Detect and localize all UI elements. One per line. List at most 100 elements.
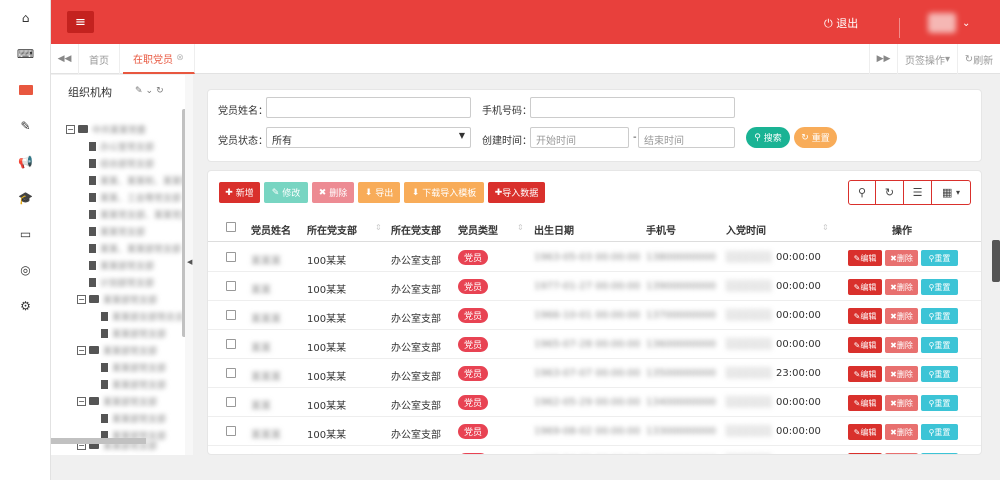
- select-all-checkbox[interactable]: [226, 222, 236, 232]
- tree-node[interactable]: 某某部党支部: [89, 258, 154, 272]
- row-checkbox[interactable]: [226, 281, 236, 291]
- tree-node[interactable]: 某某党支部、某某党支部: [89, 207, 191, 221]
- export-button[interactable]: ⬇ 导出: [358, 182, 400, 203]
- tree-node[interactable]: 某某部党支部: [101, 377, 166, 391]
- row-checkbox[interactable]: [226, 339, 236, 349]
- tree-node[interactable]: 某某部党支部: [101, 411, 166, 425]
- search-button[interactable]: ⚲ 搜索: [746, 127, 790, 148]
- delete-row-button[interactable]: ✖删除: [885, 366, 918, 382]
- name-input[interactable]: [266, 97, 471, 118]
- delete-row-button[interactable]: ✖删除: [885, 250, 918, 266]
- table-refresh-button[interactable]: ↻: [875, 180, 904, 205]
- tree-node[interactable]: 某某、某某和、某某党支部: [89, 173, 191, 187]
- right-panel-handle[interactable]: [992, 240, 1000, 282]
- tree-node[interactable]: 某某部党支部: [101, 360, 166, 374]
- tree-node[interactable]: 某某、某某部党支部: [89, 241, 181, 255]
- status-select[interactable]: 所有 ▼: [266, 127, 471, 148]
- reset-row-button[interactable]: ⚲重置: [921, 424, 958, 440]
- page-ops-dropdown[interactable]: 页签操作 ▾: [897, 44, 957, 74]
- keyboard-icon[interactable]: ⌨: [0, 36, 51, 72]
- collapse-toggle-icon[interactable]: −: [77, 396, 86, 406]
- import-button[interactable]: ✚ 导入数据: [488, 182, 545, 203]
- sort-icon[interactable]: ⇕: [822, 223, 829, 232]
- database-icon[interactable]: ◎: [0, 252, 51, 288]
- table-row[interactable]: 某某 100某某 办公室支部 党员 1962-05-29 00:00:00 1340000…: [208, 388, 981, 417]
- sort-icon[interactable]: ⇕: [375, 223, 382, 232]
- table-row[interactable]: 某某某 100某某 办公室支部 党员 1963-05-03 00:00:00 138000…: [208, 243, 981, 272]
- header-name[interactable]: 党员姓名: [251, 222, 291, 237]
- reset-row-button[interactable]: ⚲重置: [921, 250, 958, 266]
- delete-button[interactable]: ✖ 删除: [312, 182, 354, 203]
- edit-icon[interactable]: ✎: [0, 108, 51, 144]
- delete-row-button[interactable]: ✖删除: [885, 424, 918, 440]
- gear-icon[interactable]: ⚙: [0, 288, 51, 324]
- reset-row-button[interactable]: ⚲重置: [921, 337, 958, 353]
- collapse-toggle-icon[interactable]: −: [66, 124, 75, 134]
- delete-row-button[interactable]: ✖删除: [885, 395, 918, 411]
- credit-card-icon[interactable]: ▭: [0, 216, 51, 252]
- edit-row-button[interactable]: ✎编辑: [848, 395, 882, 411]
- row-checkbox[interactable]: [226, 426, 236, 436]
- edit-row-button[interactable]: ✎编辑: [848, 279, 882, 295]
- table-search-button[interactable]: ⚲: [848, 180, 876, 205]
- bullhorn-icon[interactable]: 📢: [0, 144, 51, 180]
- menu-toggle-button[interactable]: ≡: [67, 11, 94, 33]
- table-row[interactable]: 某某某 100某某 办公室支部 党员 1969-08-02 00:00:00 133000…: [208, 417, 981, 446]
- end-date-input[interactable]: 结束时间: [638, 127, 735, 148]
- reset-row-button[interactable]: ⚲重置: [921, 308, 958, 324]
- header-phone[interactable]: 手机号: [646, 222, 676, 237]
- table-card-view-button[interactable]: ☰: [903, 180, 932, 205]
- header-type[interactable]: 党员类型: [458, 222, 498, 237]
- edit-row-button[interactable]: ✎编辑: [848, 308, 882, 324]
- header-branch-1[interactable]: 所在党支部: [307, 222, 357, 237]
- sort-icon[interactable]: ⇕: [517, 223, 524, 232]
- tab-home[interactable]: 首页: [79, 44, 120, 74]
- id-card-icon[interactable]: [0, 72, 51, 108]
- collapse-left-icon[interactable]: ◀: [187, 258, 192, 266]
- download-template-button[interactable]: ⬇ 下载导入模板: [404, 182, 484, 203]
- tree-node[interactable]: 某某、工会等党支部: [89, 190, 181, 204]
- row-checkbox[interactable]: [226, 252, 236, 262]
- logout-button[interactable]: ⏻ 退出: [824, 15, 858, 31]
- user-menu[interactable]: ⌄: [928, 13, 970, 33]
- table-row[interactable]: 某某某 100某某 办公室支部 党员 1963-07-07 00:00:00 135000…: [208, 359, 981, 388]
- tree-node[interactable]: 综合部党支部: [89, 156, 154, 170]
- edit-row-button[interactable]: ✎编辑: [848, 424, 882, 440]
- tree-node[interactable]: 某某党支部: [89, 224, 145, 238]
- edit-row-button[interactable]: ✎编辑: [848, 337, 882, 353]
- tree-node[interactable]: − 某某部党支部: [77, 394, 157, 408]
- edit-row-button[interactable]: ✎编辑: [848, 366, 882, 382]
- phone-input[interactable]: [530, 97, 735, 118]
- reset-button[interactable]: ↻ 重置: [794, 127, 837, 148]
- refresh-icon[interactable]: ↻: [156, 86, 167, 96]
- row-checkbox[interactable]: [226, 397, 236, 407]
- reset-row-button[interactable]: ⚲重置: [921, 279, 958, 295]
- delete-row-button[interactable]: ✖删除: [885, 279, 918, 295]
- table-row[interactable]: 某某 100某某 办公室支部 党员 1977-01-27 00:00:00 1390000…: [208, 272, 981, 301]
- tree-node[interactable]: − 中共某某党委: [66, 122, 146, 136]
- header-join-time[interactable]: 入党时间: [726, 222, 766, 237]
- reset-row-button[interactable]: ⚲重置: [921, 395, 958, 411]
- delete-row-button[interactable]: ✖删除: [885, 337, 918, 353]
- edit-row-button[interactable]: ✎编辑: [848, 250, 882, 266]
- refresh-button[interactable]: ↻ 刷新: [957, 44, 1000, 74]
- add-button[interactable]: ✚ 新增: [219, 182, 260, 203]
- table-row[interactable]: 某某某 100某某 办公室支部 党员 1966-10-01 00:00:00 137000…: [208, 301, 981, 330]
- tree-node[interactable]: 某某部党支部: [101, 326, 166, 340]
- tree-node[interactable]: − 某某部党支部: [77, 292, 157, 306]
- tabs-scroll-left-button[interactable]: ◀◀: [51, 44, 79, 74]
- close-icon[interactable]: ⊗: [176, 53, 184, 63]
- tabs-scroll-right-button[interactable]: ▶▶: [869, 44, 897, 74]
- tree-node[interactable]: 计划部党支部: [89, 275, 154, 289]
- graduation-cap-icon[interactable]: 🎓: [0, 180, 51, 216]
- header-birth[interactable]: 出生日期: [534, 222, 574, 237]
- row-checkbox[interactable]: [226, 310, 236, 320]
- panel-splitter[interactable]: ◀: [185, 75, 193, 455]
- tree-node[interactable]: 办公室党支部: [89, 139, 154, 153]
- edit-icon[interactable]: ✎: [135, 86, 146, 96]
- tree-horizontal-scrollbar[interactable]: [51, 438, 146, 444]
- row-checkbox[interactable]: [226, 368, 236, 378]
- collapse-toggle-icon[interactable]: −: [77, 345, 86, 355]
- table-row[interactable]: 某某某100某某办公室支部党员1965-04-01 00:00:00132000…: [208, 446, 981, 454]
- table-row[interactable]: 某某 100某某 办公室支部 党员 1965-07-28 00:00:00 1360000…: [208, 330, 981, 359]
